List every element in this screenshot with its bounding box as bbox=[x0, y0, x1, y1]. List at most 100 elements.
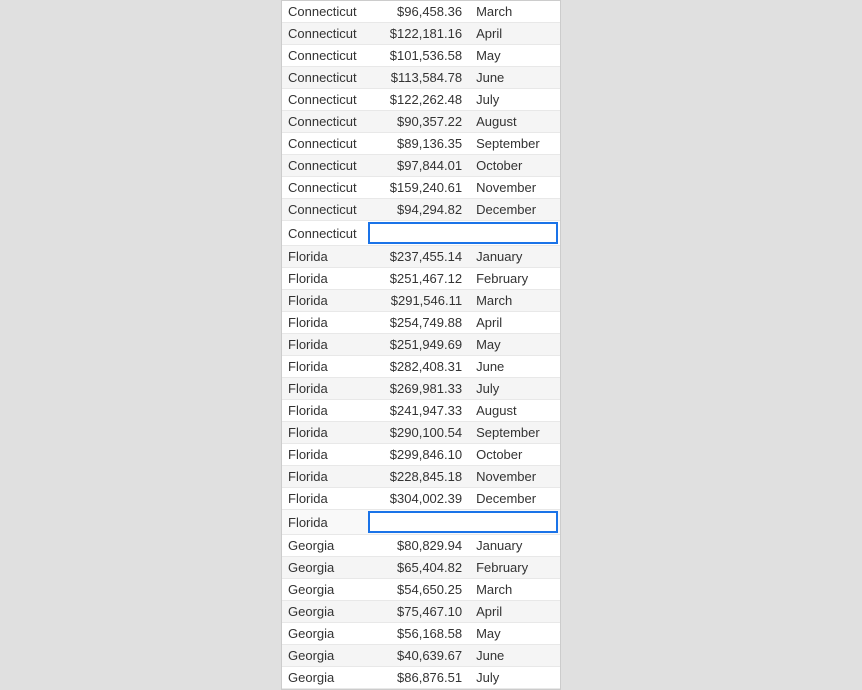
table-row: Connecticut $122,181.16 April bbox=[282, 23, 560, 45]
table-row: Florida $254,749.88 April bbox=[282, 312, 560, 334]
state-cell: Florida bbox=[282, 312, 366, 334]
table-row: Florida $269,981.33 July bbox=[282, 378, 560, 400]
data-table: Connecticut $96,458.36 March Connecticut… bbox=[281, 0, 561, 690]
month-cell: June bbox=[468, 67, 560, 89]
month-cell: February bbox=[468, 268, 560, 290]
table-row: Connecticut $101,536.58 May bbox=[282, 45, 560, 67]
state-cell: Florida bbox=[282, 400, 366, 422]
table-row: Georgia $80,829.94 January bbox=[282, 535, 560, 557]
state-cell: Florida bbox=[282, 488, 366, 510]
table-row: Connecticut $97,844.01 October bbox=[282, 155, 560, 177]
month-cell: May bbox=[468, 45, 560, 67]
amount-cell: $299,846.10 bbox=[366, 444, 468, 466]
input-cell-container[interactable] bbox=[366, 510, 560, 535]
month-cell: April bbox=[468, 312, 560, 334]
amount-cell: $122,262.48 bbox=[366, 89, 468, 111]
month-cell: August bbox=[468, 111, 560, 133]
table-row: Florida $290,100.54 September bbox=[282, 422, 560, 444]
table-row: Georgia $75,467.10 April bbox=[282, 601, 560, 623]
state-cell: Connecticut bbox=[282, 155, 366, 177]
month-cell: September bbox=[468, 133, 560, 155]
amount-cell: $94,294.82 bbox=[366, 199, 468, 221]
table-row: Georgia $56,168.58 May bbox=[282, 623, 560, 645]
state-cell: Florida bbox=[282, 466, 366, 488]
month-cell: June bbox=[468, 356, 560, 378]
amount-cell: $97,844.01 bbox=[366, 155, 468, 177]
state-cell: Florida bbox=[282, 334, 366, 356]
table-row: Connecticut $113,584.78 June bbox=[282, 67, 560, 89]
amount-cell: $86,876.51 bbox=[366, 667, 468, 689]
state-cell: Georgia bbox=[282, 623, 366, 645]
amount-cell: $80,829.94 bbox=[366, 535, 468, 557]
table-row: Connecticut $94,294.82 December bbox=[282, 199, 560, 221]
table-row: Florida $251,949.69 May bbox=[282, 334, 560, 356]
month-cell: October bbox=[468, 155, 560, 177]
state-cell: Connecticut bbox=[282, 89, 366, 111]
month-cell: December bbox=[468, 488, 560, 510]
table-row: Florida $251,467.12 February bbox=[282, 268, 560, 290]
state-cell: Georgia bbox=[282, 535, 366, 557]
month-cell: November bbox=[468, 177, 560, 199]
state-cell: Connecticut bbox=[282, 199, 366, 221]
table-row: Georgia $86,876.51 July bbox=[282, 667, 560, 689]
amount-cell: $40,639.67 bbox=[366, 645, 468, 667]
amount-input[interactable] bbox=[368, 511, 558, 533]
state-cell: Florida bbox=[282, 356, 366, 378]
amount-cell: $228,845.18 bbox=[366, 466, 468, 488]
amount-cell: $254,749.88 bbox=[366, 312, 468, 334]
month-cell: November bbox=[468, 466, 560, 488]
month-cell: March bbox=[468, 1, 560, 23]
amount-input[interactable] bbox=[368, 222, 558, 244]
state-cell: Florida bbox=[282, 510, 366, 535]
state-cell: Florida bbox=[282, 246, 366, 268]
table-row: Florida $228,845.18 November bbox=[282, 466, 560, 488]
month-cell: January bbox=[468, 246, 560, 268]
state-cell: Connecticut bbox=[282, 67, 366, 89]
state-cell: Connecticut bbox=[282, 133, 366, 155]
amount-cell: $237,455.14 bbox=[366, 246, 468, 268]
table-row: Connecticut $96,458.36 March bbox=[282, 1, 560, 23]
table-row: Florida $237,455.14 January bbox=[282, 246, 560, 268]
table-row: Connecticut $89,136.35 September bbox=[282, 133, 560, 155]
table-row[interactable]: Connecticut bbox=[282, 221, 560, 246]
amount-cell: $269,981.33 bbox=[366, 378, 468, 400]
state-cell: Florida bbox=[282, 422, 366, 444]
table-row: Connecticut $90,357.22 August bbox=[282, 111, 560, 133]
state-cell: Connecticut bbox=[282, 1, 366, 23]
amount-cell: $96,458.36 bbox=[366, 1, 468, 23]
month-cell: July bbox=[468, 667, 560, 689]
table-row: Florida $299,846.10 October bbox=[282, 444, 560, 466]
state-cell: Georgia bbox=[282, 579, 366, 601]
amount-cell: $251,949.69 bbox=[366, 334, 468, 356]
table-row: Florida $304,002.39 December bbox=[282, 488, 560, 510]
state-cell: Georgia bbox=[282, 667, 366, 689]
amount-cell: $291,546.11 bbox=[366, 290, 468, 312]
month-cell: May bbox=[468, 334, 560, 356]
state-cell: Georgia bbox=[282, 557, 366, 579]
month-cell: October bbox=[468, 444, 560, 466]
month-cell: March bbox=[468, 579, 560, 601]
month-cell: September bbox=[468, 422, 560, 444]
state-cell: Florida bbox=[282, 444, 366, 466]
month-cell: December bbox=[468, 199, 560, 221]
amount-cell: $251,467.12 bbox=[366, 268, 468, 290]
state-cell: Georgia bbox=[282, 601, 366, 623]
amount-cell: $122,181.16 bbox=[366, 23, 468, 45]
state-cell: Florida bbox=[282, 290, 366, 312]
amount-cell: $159,240.61 bbox=[366, 177, 468, 199]
amount-cell: $54,650.25 bbox=[366, 579, 468, 601]
table-row[interactable]: Florida bbox=[282, 510, 560, 535]
table-row: Florida $291,546.11 March bbox=[282, 290, 560, 312]
input-cell-container[interactable] bbox=[366, 221, 560, 246]
state-cell: Connecticut bbox=[282, 111, 366, 133]
month-cell: August bbox=[468, 400, 560, 422]
state-cell: Georgia bbox=[282, 645, 366, 667]
table-row: Connecticut $122,262.48 July bbox=[282, 89, 560, 111]
state-cell: Connecticut bbox=[282, 177, 366, 199]
amount-cell: $101,536.58 bbox=[366, 45, 468, 67]
amount-cell: $282,408.31 bbox=[366, 356, 468, 378]
state-cell: Connecticut bbox=[282, 23, 366, 45]
amount-cell: $90,357.22 bbox=[366, 111, 468, 133]
amount-cell: $290,100.54 bbox=[366, 422, 468, 444]
month-cell: May bbox=[468, 623, 560, 645]
